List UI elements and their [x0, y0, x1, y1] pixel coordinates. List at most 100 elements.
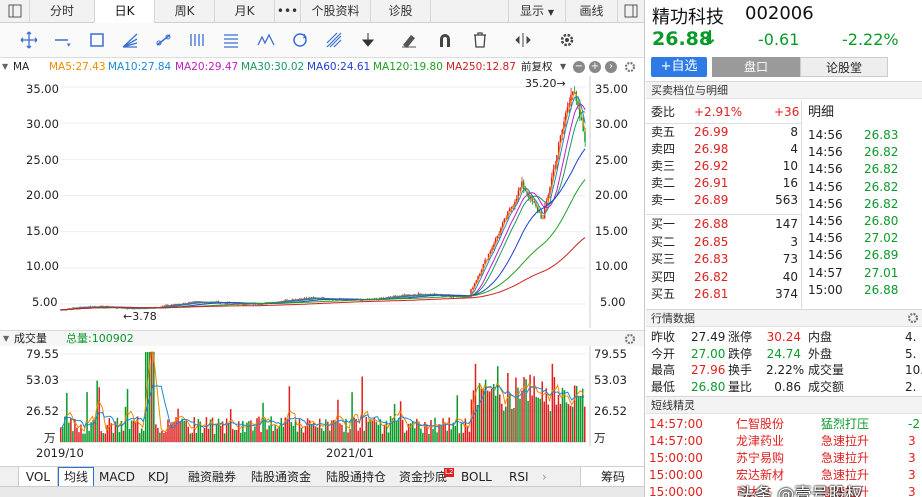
volume-bar	[203, 428, 206, 442]
volume-bar	[240, 432, 242, 442]
volume-bar	[462, 432, 465, 442]
tab-profile[interactable]: 个股资料	[301, 0, 371, 23]
market-value: 26.80	[691, 379, 726, 394]
ray-icon[interactable]	[153, 29, 175, 51]
fan-icon[interactable]	[119, 29, 141, 51]
volume-bar	[306, 418, 309, 442]
ask-price[interactable]: 26.99	[694, 124, 728, 141]
tab-vol[interactable]: VOL	[18, 467, 58, 487]
wave-icon[interactable]	[255, 29, 277, 51]
eraser-icon[interactable]	[398, 29, 420, 51]
crosshair-icon[interactable]	[18, 29, 40, 51]
gear-icon[interactable]	[624, 333, 636, 345]
chip-button[interactable]: 筹码	[580, 467, 644, 487]
volume-bar	[505, 406, 507, 442]
channel-icon[interactable]	[220, 29, 242, 51]
tab-boll[interactable]: BOLL	[461, 467, 492, 487]
arrow-down-icon[interactable]	[357, 29, 379, 51]
volume-bar	[474, 363, 477, 442]
gann-icon[interactable]	[323, 29, 345, 51]
bid-label: 买四	[651, 269, 676, 284]
tab-fenshi[interactable]: 分时	[30, 0, 95, 23]
tab-weekly[interactable]: 周K	[155, 0, 215, 23]
news-time: 14:57:00	[649, 434, 703, 448]
tab-diagnose[interactable]: 诊股	[371, 0, 431, 23]
tab-bottom-fish[interactable]: 资金抄底	[399, 467, 447, 487]
volume-bar	[573, 385, 576, 442]
magnet-icon[interactable]	[434, 29, 456, 51]
bid-volume: 40	[782, 269, 798, 284]
volume-bar	[436, 432, 438, 442]
ma5-value: MA5:27.43	[49, 61, 106, 73]
tab-rsi[interactable]: RSI	[509, 467, 529, 487]
volume-bar	[296, 431, 299, 442]
caret-down-icon[interactable]: ▼	[560, 58, 566, 76]
rect-icon[interactable]	[86, 29, 108, 51]
volume-bar	[452, 422, 454, 442]
display-menu[interactable]: 显示 ▼	[508, 0, 566, 23]
bid-price[interactable]: 26.82	[694, 269, 728, 286]
tab-hsgt-flow[interactable]: 陆股通资金	[251, 467, 311, 487]
tab-collapse[interactable]	[0, 0, 30, 23]
bid-price[interactable]: 26.85	[694, 234, 728, 251]
news-value: 3	[908, 485, 916, 497]
volume-bar	[60, 428, 62, 442]
expand-button[interactable]	[618, 0, 644, 23]
gear-icon[interactable]	[907, 312, 919, 324]
bid-price[interactable]: 26.81	[694, 286, 728, 303]
ma-line	[60, 148, 586, 311]
candle	[571, 91, 574, 95]
parallel-icon[interactable]	[186, 29, 208, 51]
fuquan-select[interactable]: 前复权	[521, 58, 553, 76]
volume-bar	[312, 422, 315, 442]
caret-down-icon[interactable]: ▼	[2, 58, 8, 76]
news-stock[interactable]: 龙津药业	[736, 433, 784, 450]
expand-icon[interactable]	[512, 29, 534, 51]
minus-icon[interactable]: −	[573, 61, 585, 73]
ask-price[interactable]: 26.91	[694, 175, 728, 192]
trash-icon[interactable]	[469, 29, 491, 51]
ma30-value: MA30:30.02	[241, 61, 305, 73]
tab-forum[interactable]: 论股堂	[800, 57, 888, 77]
bid-price[interactable]: 26.88	[694, 216, 728, 233]
volume-bar	[167, 419, 169, 442]
volume-bar	[70, 417, 72, 442]
news-event: 猛烈打压	[821, 417, 870, 431]
volume-bar	[157, 427, 159, 442]
price-tick-left: 30.00	[26, 117, 59, 131]
volume-chart[interactable]: 79.55 53.03 26.52 万 79.55 53.03 26.52 万 …	[8, 346, 645, 462]
tab-kdj[interactable]: KDJ	[148, 467, 169, 487]
ask-price[interactable]: 26.98	[694, 141, 728, 158]
draw-line-button[interactable]: 画线	[566, 0, 618, 23]
tab-monthly[interactable]: 月K	[215, 0, 275, 23]
tab-orderbook[interactable]: 盘口	[712, 57, 800, 77]
price-chart[interactable]: 35.00 30.00 25.00 20.00 15.00 10.00 5.00…	[8, 76, 645, 328]
volume-bar	[171, 422, 173, 442]
chevron-right-icon[interactable]: ›	[542, 467, 547, 487]
bid-price[interactable]: 26.83	[694, 251, 728, 268]
market-key: 跌停	[728, 346, 753, 361]
tab-margin[interactable]: 融资融券	[188, 467, 236, 487]
gear-icon[interactable]	[624, 61, 636, 73]
volume-bar	[371, 420, 374, 442]
add-watchlist-button[interactable]: +自选	[651, 57, 707, 77]
news-stock[interactable]: 苏宁易购	[736, 450, 784, 467]
tab-daily[interactable]: 日K	[95, 0, 155, 23]
cycle-icon[interactable]	[289, 29, 311, 51]
tab-ma[interactable]: 均线	[58, 467, 94, 487]
arrow-right-icon[interactable]: ›	[605, 61, 617, 73]
tab-hsgt-hold[interactable]: 陆股通持仓	[326, 467, 386, 487]
tab-more[interactable]: •••	[275, 0, 301, 23]
settings-icon[interactable]	[556, 29, 578, 51]
ask-price[interactable]: 26.89	[694, 192, 728, 209]
volume-bar	[496, 366, 499, 442]
ask-price[interactable]: 26.92	[694, 158, 728, 175]
volume-bar	[161, 430, 163, 442]
caret-down-icon[interactable]: ▼	[3, 331, 9, 347]
tab-macd[interactable]: MACD	[99, 467, 135, 487]
detail-time: 14:56	[808, 162, 843, 177]
news-stock[interactable]: 仁智股份	[736, 416, 784, 433]
news-event: 急速拉升	[821, 451, 870, 465]
plus-icon[interactable]: +	[589, 61, 601, 73]
line-icon[interactable]: ▾	[52, 29, 74, 51]
